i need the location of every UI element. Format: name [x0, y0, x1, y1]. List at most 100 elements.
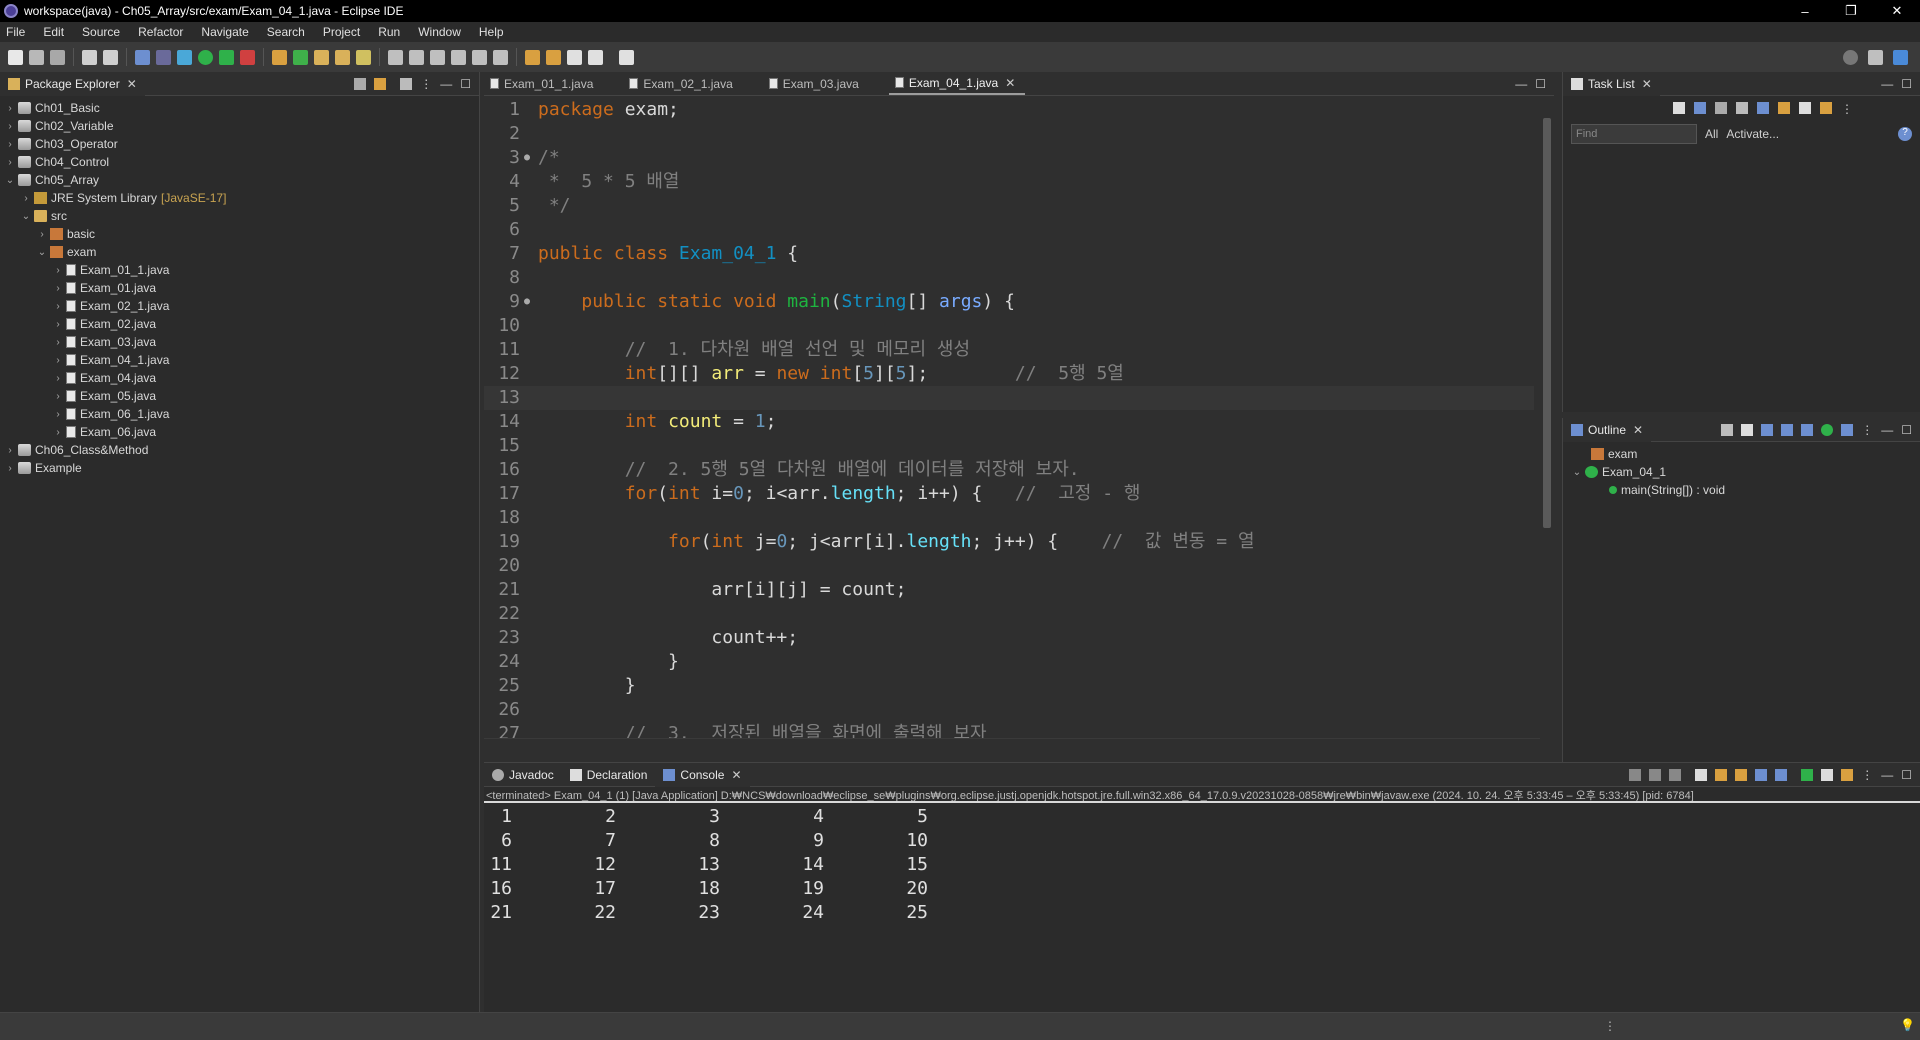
coverage-icon[interactable]	[219, 49, 234, 65]
menu-source[interactable]: Source	[82, 25, 120, 39]
tab-package-explorer[interactable]: Package Explorer ✕	[0, 71, 145, 96]
chevron-right-icon[interactable]: ›	[52, 265, 64, 276]
external-tools-icon[interactable]	[240, 49, 255, 65]
tree-item[interactable]: › JRE System Library [JavaSE-17]	[0, 189, 479, 207]
tree-item[interactable]: ⌄ src	[0, 207, 479, 225]
link-icon[interactable]	[1820, 102, 1832, 114]
chevron-down-icon[interactable]: ⌄	[36, 247, 48, 258]
maximize-icon[interactable]: ☐	[1901, 768, 1912, 782]
link-with-editor-icon[interactable]	[374, 77, 387, 90]
skip-breakpoints-icon[interactable]	[156, 49, 171, 65]
maximize-icon[interactable]: ☐	[460, 77, 471, 91]
remove-launch-icon[interactable]	[1649, 768, 1662, 781]
menu-refactor[interactable]: Refactor	[138, 25, 183, 39]
menu-window[interactable]: Window	[418, 25, 461, 39]
code-line[interactable]: 7 public class Exam_04_1 {	[484, 242, 1534, 266]
menu-navigate[interactable]: Navigate	[201, 25, 248, 39]
chevron-right-icon[interactable]: ›	[52, 373, 64, 384]
save-all-icon[interactable]	[50, 49, 65, 65]
close-icon[interactable]: ✕	[731, 768, 741, 782]
code-line[interactable]: 22	[484, 602, 1534, 626]
sync-icon[interactable]	[1736, 102, 1748, 114]
open-task-icon[interactable]	[335, 49, 350, 65]
save-icon[interactable]	[29, 49, 44, 65]
view-menu-icon[interactable]: ⋮	[1861, 423, 1873, 437]
tree-item[interactable]: › Ch02_Variable	[0, 117, 479, 135]
tree-item[interactable]: › Exam_04_1.java	[0, 351, 479, 369]
show-stderr-icon[interactable]	[1775, 768, 1788, 781]
tree-item[interactable]: › basic	[0, 225, 479, 243]
hide-static-icon[interactable]	[1801, 423, 1814, 436]
open-type-icon[interactable]	[314, 49, 329, 65]
display-console-icon[interactable]	[1821, 768, 1834, 781]
all-filter[interactable]: All	[1705, 127, 1718, 141]
view-menu-icon[interactable]: ⋮	[1861, 768, 1873, 782]
new-java-project-icon[interactable]	[272, 49, 287, 65]
debug-icon[interactable]	[177, 49, 192, 65]
show-whitespace-icon[interactable]	[472, 49, 487, 65]
tree-item[interactable]: › Example	[0, 459, 479, 477]
tab-exam-02-1[interactable]: Exam_02_1.java	[623, 72, 742, 95]
code-line[interactable]: 16 // 2. 5행 5열 다차원 배열에 데이터를 저장해 보자.	[484, 458, 1534, 482]
status-grip-icon[interactable]: ⋮	[1604, 1019, 1616, 1033]
view-menu-icon[interactable]: ⋮	[420, 77, 432, 91]
hide-local-types-icon[interactable]	[1841, 423, 1854, 436]
tree-item[interactable]: ⌄ exam	[0, 243, 479, 261]
chevron-right-icon[interactable]: ›	[52, 409, 64, 420]
java-perspective-icon[interactable]	[1893, 49, 1908, 65]
tab-outline[interactable]: Outline ✕	[1563, 417, 1652, 442]
chevron-right-icon[interactable]: ›	[52, 427, 64, 438]
code-line[interactable]: 3 ●/*	[484, 146, 1534, 170]
code-line[interactable]: 24 }	[484, 650, 1534, 674]
pin-console-icon[interactable]	[1801, 768, 1814, 781]
collapse-all-icon[interactable]	[354, 77, 367, 90]
minimize-icon[interactable]: —	[440, 77, 452, 91]
code-editor[interactable]: 1 package exam; 2 3 ●/* 4 * 5 * 5 배열 5 */ …	[484, 98, 1534, 738]
tree-item[interactable]: › Ch01_Basic	[0, 99, 479, 117]
minimize-icon[interactable]: —	[1881, 768, 1893, 782]
code-line[interactable]: 9 ● public static void main(String[] args…	[484, 290, 1534, 314]
tree-item[interactable]: › Exam_02.java	[0, 315, 479, 333]
code-line[interactable]: 20	[484, 554, 1534, 578]
activate-filter[interactable]: Activate...	[1726, 127, 1779, 141]
tab-exam-04-1[interactable]: Exam_04_1.java ✕	[888, 72, 1026, 95]
tab-declaration[interactable]: Declaration	[562, 763, 656, 787]
code-line-current[interactable]: 13	[484, 386, 1534, 410]
hide-completed-icon[interactable]	[1757, 102, 1769, 114]
collapse-icon[interactable]	[1799, 102, 1811, 114]
tree-item[interactable]: › Ch04_Control	[0, 153, 479, 171]
tab-task-list[interactable]: Task List ✕	[1563, 71, 1660, 96]
code-line[interactable]: 25 }	[484, 674, 1534, 698]
code-line[interactable]: 14 int count = 1;	[484, 410, 1534, 434]
find-input[interactable]: Find	[1571, 124, 1697, 144]
tree-item[interactable]: ⌄ Ch05_Array	[0, 171, 479, 189]
scrollbar-thumb[interactable]	[1543, 118, 1551, 528]
chevron-right-icon[interactable]: ›	[52, 319, 64, 330]
tree-item[interactable]: › Ch03_Operator	[0, 135, 479, 153]
terminate-icon[interactable]	[1629, 768, 1642, 781]
hide-fields-icon[interactable]	[1781, 423, 1794, 436]
code-line[interactable]: 10	[484, 314, 1534, 338]
toggle-mark-icon[interactable]	[430, 49, 445, 65]
close-icon[interactable]: ✕	[127, 77, 137, 91]
tree-item[interactable]: › Exam_01.java	[0, 279, 479, 297]
code-line[interactable]: 21 arr[i][j] = count;	[484, 578, 1534, 602]
tree-item[interactable]: › Exam_04.java	[0, 369, 479, 387]
chevron-right-icon[interactable]: ›	[4, 121, 16, 132]
scheduled-icon[interactable]	[1715, 102, 1727, 114]
chevron-right-icon[interactable]: ›	[52, 283, 64, 294]
menu-run[interactable]: Run	[378, 25, 400, 39]
categorize-icon[interactable]	[1694, 102, 1706, 114]
annotation-icon[interactable]	[388, 49, 403, 65]
tree-item[interactable]: › Exam_02_1.java	[0, 297, 479, 315]
restore-button[interactable]: ❐	[1828, 3, 1874, 19]
tree-item[interactable]: › Exam_06_1.java	[0, 405, 479, 423]
outline-method[interactable]: main(String[]) : void	[1563, 481, 1920, 499]
word-wrap-icon[interactable]	[1735, 768, 1748, 781]
tree-item[interactable]: › Exam_01_1.java	[0, 261, 479, 279]
code-line[interactable]: 4 * 5 * 5 배열	[484, 170, 1534, 194]
tab-exam-01-1[interactable]: Exam_01_1.java	[484, 72, 603, 95]
prev-annotation-icon[interactable]	[546, 49, 561, 65]
chevron-right-icon[interactable]: ›	[4, 103, 16, 114]
filter-icon[interactable]	[400, 77, 413, 90]
